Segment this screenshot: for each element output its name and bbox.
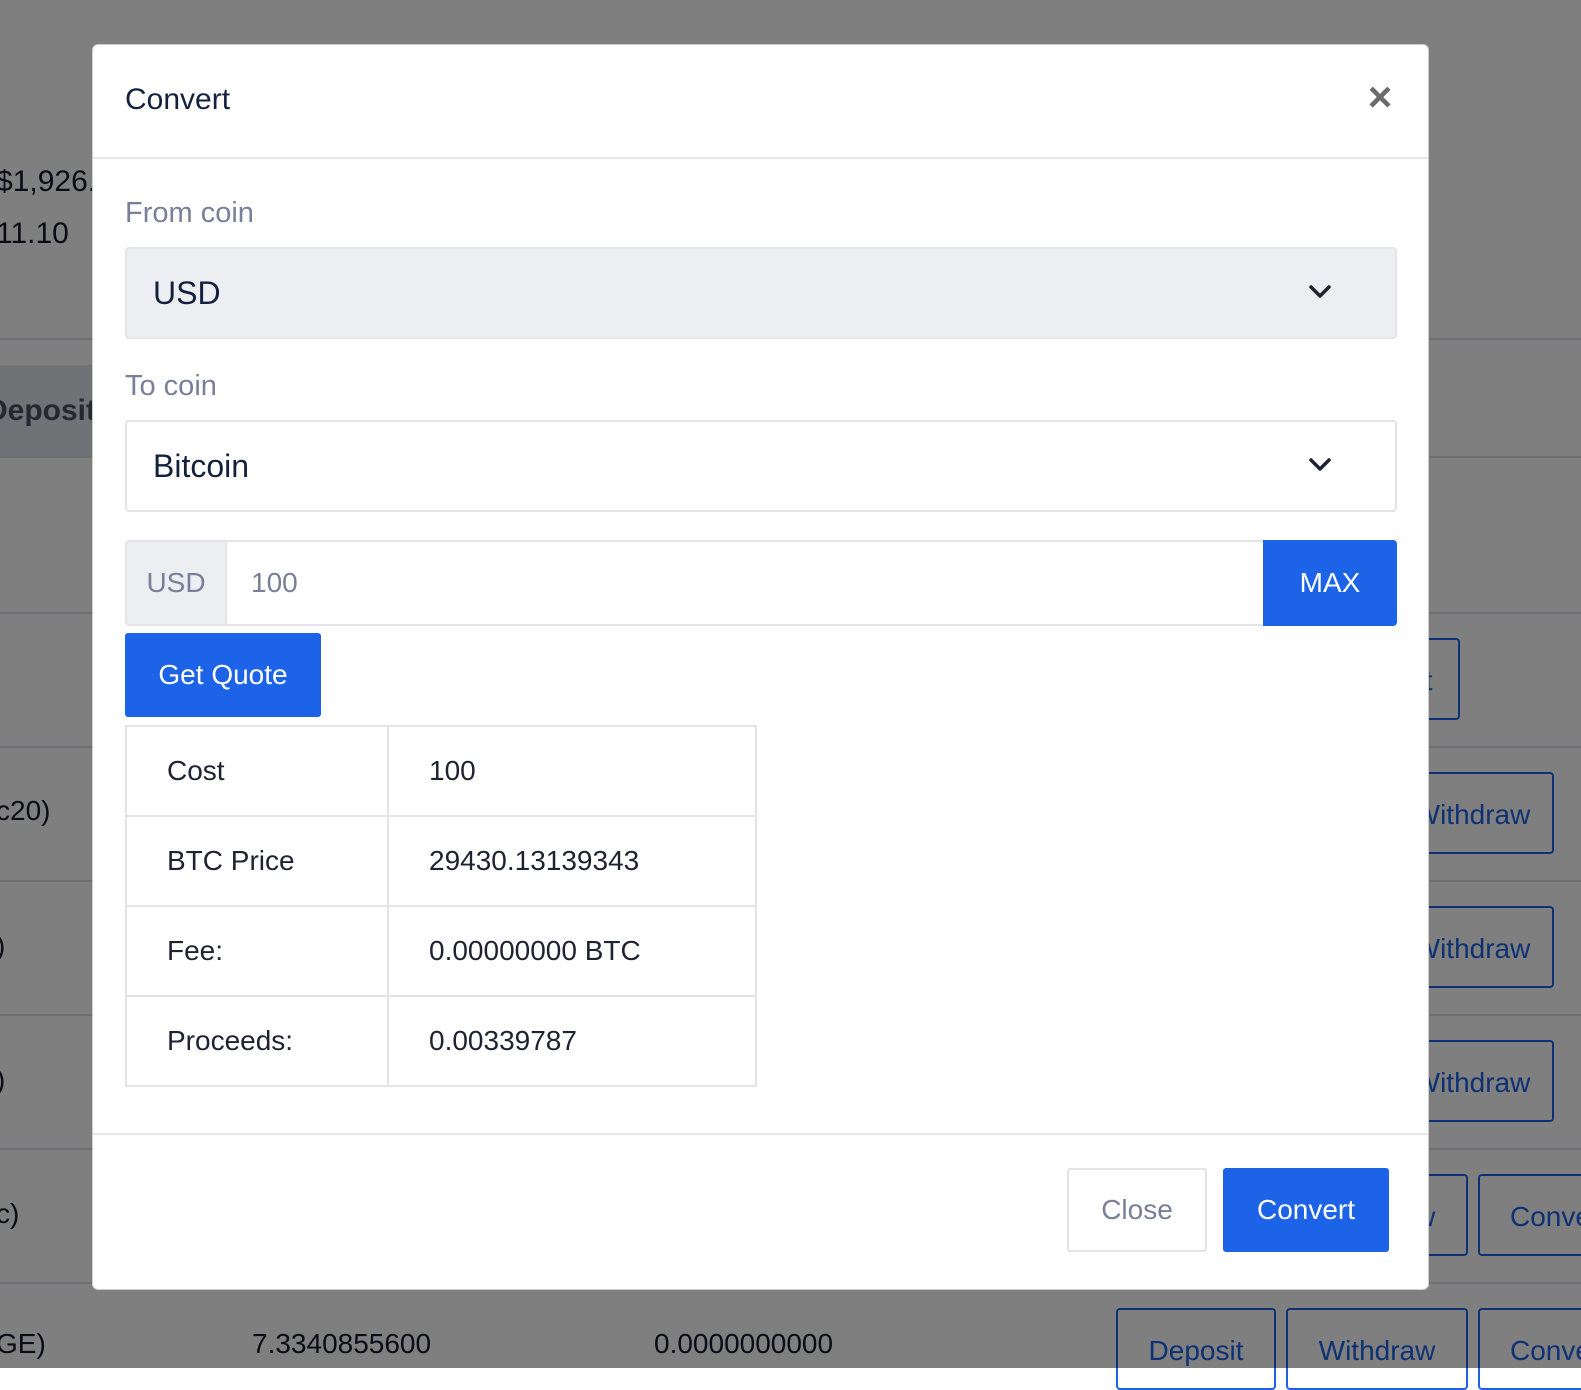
max-button[interactable]: MAX — [1263, 540, 1397, 626]
quote-value: 100 — [387, 725, 757, 817]
convert-button[interactable]: Convert — [1223, 1168, 1389, 1252]
quote-key: Fee: — [125, 905, 389, 997]
amount-input[interactable]: 100 — [227, 540, 1263, 626]
close-icon[interactable]: × — [1360, 76, 1400, 118]
chevron-down-icon — [1309, 458, 1331, 471]
amount-input-group: USD 100 MAX — [125, 540, 1397, 626]
convert-modal: Convert × From coin USD To coin Bitcoin … — [92, 44, 1429, 1290]
from-coin-select[interactable]: USD — [125, 247, 1397, 339]
quote-value: 29430.13139343 — [387, 815, 757, 907]
to-coin-label: To coin — [125, 370, 217, 402]
table-row: Proceeds: 0.00339787 — [125, 995, 757, 1087]
table-row: Fee: 0.00000000 BTC — [125, 905, 757, 997]
quote-key: BTC Price — [125, 815, 389, 907]
table-row: Cost 100 — [125, 725, 757, 817]
close-button[interactable]: Close — [1067, 1168, 1207, 1252]
modal-footer-divider — [93, 1133, 1428, 1135]
quote-table: Cost 100 BTC Price 29430.13139343 Fee: 0… — [125, 725, 757, 1087]
table-row: BTC Price 29430.13139343 — [125, 815, 757, 907]
quote-key: Proceeds: — [125, 995, 389, 1087]
from-coin-value: USD — [153, 275, 221, 311]
quote-value: 0.00339787 — [387, 995, 757, 1087]
to-coin-select[interactable]: Bitcoin — [125, 420, 1397, 512]
get-quote-button[interactable]: Get Quote — [125, 633, 321, 717]
chevron-down-icon — [1309, 285, 1331, 298]
modal-title: Convert — [125, 83, 231, 116]
from-coin-label: From coin — [125, 197, 254, 229]
amount-currency-prefix: USD — [125, 540, 227, 626]
quote-value: 0.00000000 BTC — [387, 905, 757, 997]
quote-key: Cost — [125, 725, 389, 817]
modal-header: Convert × — [93, 45, 1428, 159]
to-coin-value: Bitcoin — [153, 448, 250, 484]
